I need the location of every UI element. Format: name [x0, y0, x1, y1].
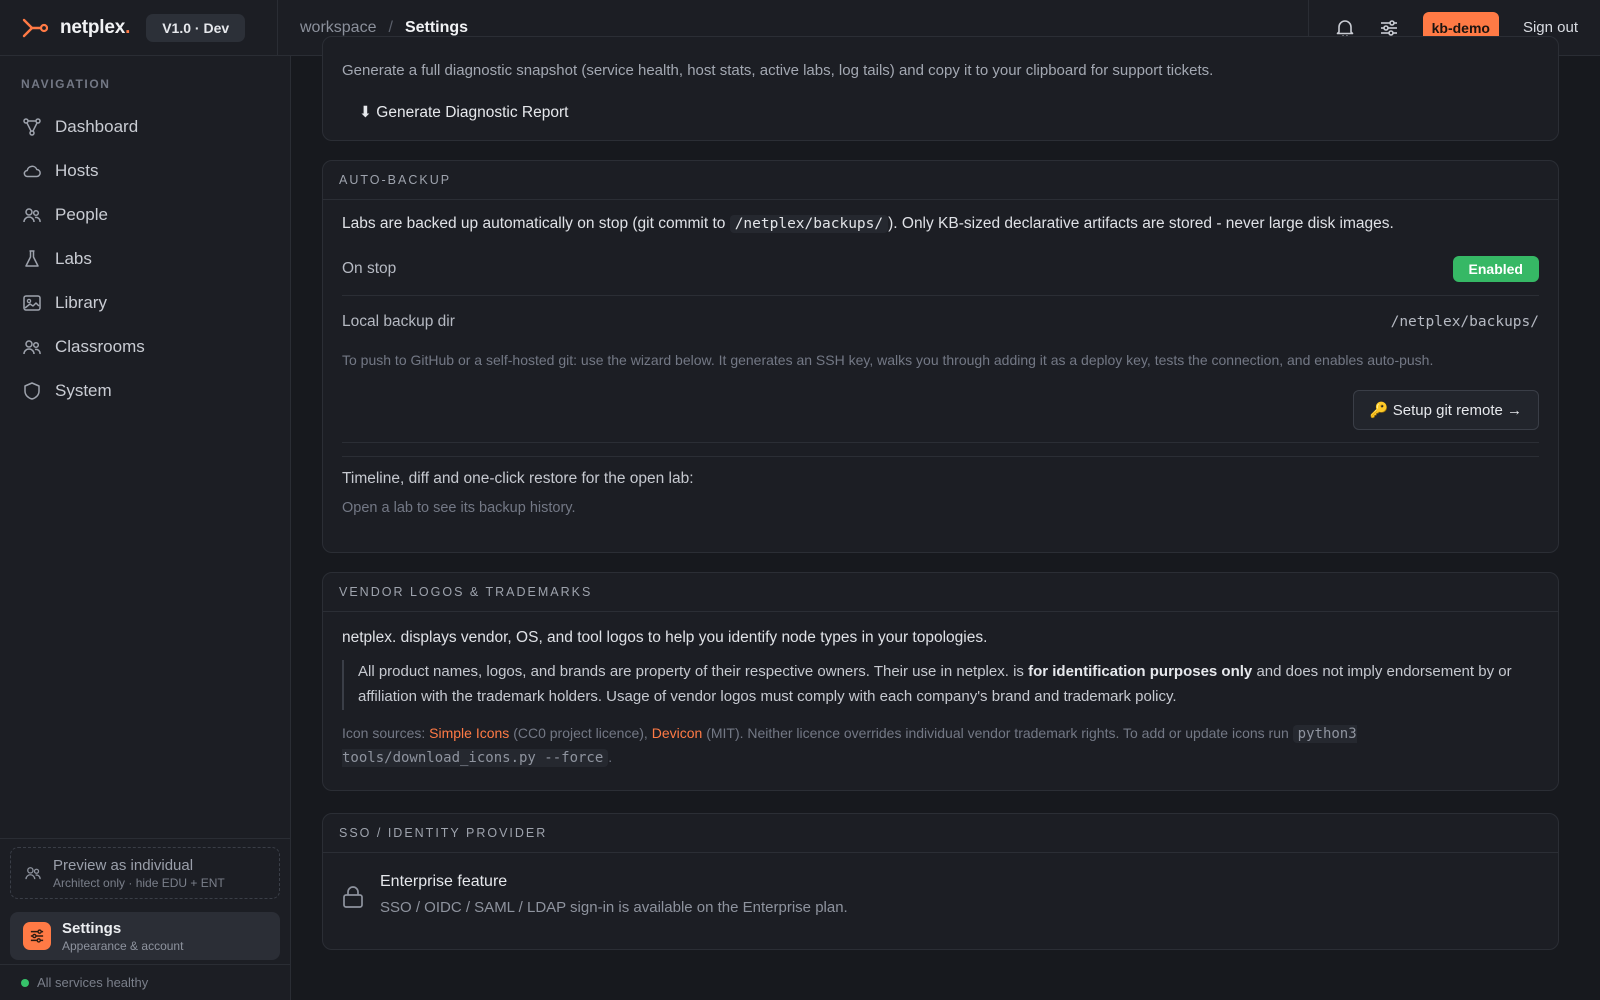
- sso-title: SSO / IDENTITY PROVIDER: [323, 814, 1558, 853]
- nav-list: Dashboard Hosts People Labs Library Clas…: [0, 105, 290, 413]
- people-icon: [23, 338, 41, 356]
- breadcrumb-separator: /: [388, 18, 393, 36]
- divider: [342, 441, 1539, 443]
- sidebar-footer: Preview as individual Architect only · h…: [0, 838, 290, 1000]
- nav-heading: NAVIGATION: [21, 77, 111, 91]
- vendor-logos-intro: netplex. displays vendor, OS, and tool l…: [342, 629, 988, 646]
- sidebar-item-classrooms[interactable]: Classrooms: [0, 325, 290, 369]
- sidebar-item-system[interactable]: System: [0, 369, 290, 413]
- auto-backup-description: Labs are backed up automatically on stop…: [342, 215, 1394, 233]
- enterprise-feature-block: Enterprise feature SSO / OIDC / SAML / L…: [323, 853, 1558, 916]
- simple-icons-link[interactable]: Simple Icons: [429, 725, 509, 741]
- sidebar-item-people[interactable]: People: [0, 193, 290, 237]
- preview-as-individual-button[interactable]: Preview as individual Architect only · h…: [10, 847, 280, 899]
- vendor-logos-title: VENDOR LOGOS & TRADEMARKS: [323, 573, 1558, 612]
- enterprise-feature-description: SSO / OIDC / SAML / LDAP sign-in is avai…: [380, 899, 848, 916]
- settings-nav-card[interactable]: Settings Appearance & account: [10, 912, 280, 960]
- sign-out-button[interactable]: Sign out: [1523, 19, 1578, 36]
- lock-icon: [342, 885, 364, 909]
- brand-name[interactable]: netplex.: [60, 17, 130, 39]
- on-stop-enabled-badge[interactable]: Enabled: [1452, 256, 1539, 283]
- backup-path-code: /netplex/backups/: [729, 215, 889, 233]
- flask-icon: [23, 250, 41, 268]
- preview-text: Preview as individual Architect only · h…: [53, 857, 225, 890]
- timeline-label: Timeline, diff and one-click restore for…: [342, 469, 694, 487]
- sliders-icon: [23, 922, 51, 950]
- on-stop-row: On stop Enabled: [342, 244, 1539, 296]
- icon-sources: Icon sources: Simple Icons (CC0 project …: [342, 724, 1357, 767]
- sidebar-item-label: Classrooms: [55, 337, 145, 356]
- sidebar-item-label: Hosts: [55, 161, 99, 180]
- setup-git-remote-wrap: 🔑 Setup git remote →: [342, 389, 1539, 430]
- sidebar-item-label: People: [55, 205, 108, 224]
- image-icon: [23, 294, 41, 312]
- brand: netplex. V1.0 · Dev: [0, 0, 278, 56]
- sidebar-item-labs[interactable]: Labs: [0, 237, 290, 281]
- enterprise-feature-title: Enterprise feature: [380, 873, 508, 890]
- enterprise-feature-text: Enterprise feature SSO / OIDC / SAML / L…: [380, 873, 848, 916]
- status-dot-icon: [21, 978, 29, 987]
- divider: [342, 455, 1539, 457]
- devicon-link[interactable]: Devicon: [652, 725, 703, 741]
- shield-icon: [23, 382, 41, 400]
- people-icon: [23, 206, 41, 224]
- timeline-empty-text: Open a lab to see its backup history.: [342, 500, 576, 516]
- sidebar-item-dashboard[interactable]: Dashboard: [0, 105, 290, 149]
- sidebar-item-label: Dashboard: [55, 117, 139, 136]
- cloud-icon: [23, 162, 41, 180]
- netplex-logo-icon[interactable]: [22, 17, 48, 39]
- local-backup-dir-value: /netplex/backups/: [1390, 313, 1539, 330]
- health-text: All services healthy: [37, 975, 149, 990]
- main-content: Generate a full diagnostic snapshot (ser…: [322, 36, 1559, 1000]
- version-badge: V1.0 · Dev: [146, 13, 246, 42]
- breadcrumb: workspace / Settings: [278, 19, 1308, 37]
- settings-subtitle: Appearance & account: [62, 938, 184, 953]
- sidebar-item-label: Labs: [55, 249, 92, 268]
- setup-git-remote-button[interactable]: 🔑 Setup git remote →: [1352, 389, 1539, 430]
- breadcrumb-current: Settings: [404, 18, 469, 36]
- auto-backup-title: AUTO-BACKUP: [323, 161, 1558, 200]
- sso-card: SSO / IDENTITY PROVIDER Enterprise featu…: [322, 813, 1559, 950]
- trademark-notice: All product names, logos, and brands are…: [342, 660, 1539, 710]
- auto-backup-card: AUTO-BACKUP Labs are backed up automatic…: [322, 160, 1559, 553]
- generate-diagnostic-report-button[interactable]: ⬇ Generate Diagnostic Report: [359, 103, 568, 122]
- people-icon: [25, 866, 43, 880]
- breadcrumb-workspace[interactable]: workspace: [300, 19, 376, 37]
- diagnostics-description: Generate a full diagnostic snapshot (ser…: [342, 62, 1214, 79]
- preview-subtitle: Architect only · hide EDU + ENT: [53, 875, 225, 890]
- settings-title: Settings: [62, 919, 122, 937]
- on-stop-label: On stop: [342, 260, 397, 278]
- sidebar-item-label: Library: [55, 293, 107, 312]
- local-backup-dir-row: Local backup dir /netplex/backups/: [342, 296, 1539, 348]
- preview-title: Preview as individual: [53, 856, 194, 874]
- health-status: All services healthy: [0, 964, 290, 1000]
- topology-icon: [23, 118, 41, 136]
- git-remote-hint: To push to GitHub or a self-hosted git: …: [342, 351, 1434, 368]
- diagnostics-card: Generate a full diagnostic snapshot (ser…: [322, 36, 1559, 141]
- sidebar-item-label: System: [55, 381, 112, 400]
- settings-text: Settings Appearance & account: [62, 920, 183, 953]
- sidebar-item-library[interactable]: Library: [0, 281, 290, 325]
- vendor-logos-card: VENDOR LOGOS & TRADEMARKS netplex. displ…: [322, 572, 1559, 791]
- sidebar: NAVIGATION Dashboard Hosts People Labs L…: [0, 56, 291, 1000]
- local-backup-dir-label: Local backup dir: [342, 312, 455, 330]
- sidebar-item-hosts[interactable]: Hosts: [0, 149, 290, 193]
